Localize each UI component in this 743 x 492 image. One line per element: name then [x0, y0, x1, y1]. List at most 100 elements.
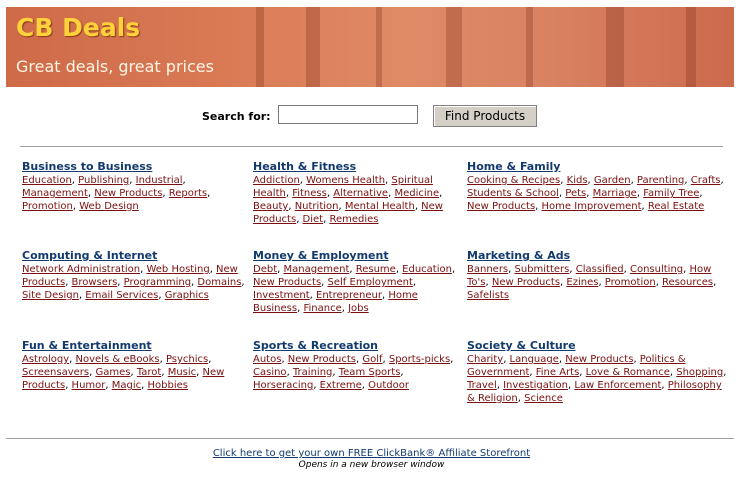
subcategory-link[interactable]: New Products — [565, 354, 633, 365]
subcategory-link[interactable]: Casino — [253, 367, 287, 378]
subcategory-link[interactable]: Site Design — [22, 290, 79, 301]
subcategory-link[interactable]: Debt — [253, 264, 277, 275]
subcategory-link[interactable]: Publishing — [78, 175, 129, 186]
subcategory-link[interactable]: Industrial — [136, 175, 183, 186]
subcategory-link[interactable]: Email Services — [85, 290, 158, 301]
subcategory-link[interactable]: Team Sports — [339, 367, 401, 378]
subcategory-link[interactable]: Home Improvement — [542, 201, 642, 212]
subcategory-link[interactable]: New Products — [467, 201, 535, 212]
subcategory-link[interactable]: Garden — [594, 175, 631, 186]
category-title-link[interactable]: Money & Employment — [253, 249, 463, 262]
subcategory-link[interactable]: Medicine — [394, 188, 439, 199]
subcategory-link[interactable]: Parenting — [637, 175, 684, 186]
subcategory-link[interactable]: Language — [510, 354, 559, 365]
category-title-link[interactable]: Computing & Internet — [22, 249, 250, 262]
category-title-link[interactable]: Society & Culture — [467, 339, 727, 352]
subcategory-link[interactable]: Novels & eBooks — [76, 354, 160, 365]
subcategory-link[interactable]: Music — [168, 367, 196, 378]
subcategory-link[interactable]: Banners — [467, 264, 508, 275]
subcategory-link[interactable]: New Products — [288, 354, 356, 365]
subcategory-link[interactable]: Humor — [72, 380, 106, 391]
subcategory-link[interactable]: Beauty — [253, 201, 288, 212]
subcategory-link[interactable]: Sports-picks — [389, 354, 450, 365]
subcategory-link[interactable]: Nutrition — [295, 201, 339, 212]
subcategory-link[interactable]: Students & School — [467, 188, 559, 199]
subcategory-link[interactable]: Jobs — [348, 303, 369, 314]
subcategory-link[interactable]: Autos — [253, 354, 281, 365]
subcategory-link[interactable]: Safelists — [467, 290, 509, 301]
category-title-link[interactable]: Business to Business — [22, 160, 250, 173]
subcategory-link[interactable]: Crafts — [691, 175, 721, 186]
subcategory-link[interactable]: Shopping — [676, 367, 723, 378]
subcategory-link[interactable]: Investigation — [503, 380, 568, 391]
subcategory-link[interactable]: New Products — [492, 277, 560, 288]
subcategory-link[interactable]: Psychics — [166, 354, 208, 365]
subcategory-link[interactable]: Cooking & Recipes — [467, 175, 560, 186]
subcategory-link[interactable]: Classified — [576, 264, 624, 275]
category-title-link[interactable]: Home & Family — [467, 160, 727, 173]
subcategory-link[interactable]: Fine Arts — [536, 367, 580, 378]
find-products-button[interactable]: Find Products — [433, 105, 537, 127]
subcategory-link[interactable]: Fitness — [292, 188, 327, 199]
subcategory-link[interactable]: Addiction — [253, 175, 300, 186]
subcategory-link[interactable]: Consulting — [630, 264, 683, 275]
subcategory-link[interactable]: Submitters — [515, 264, 570, 275]
subcategory-link[interactable]: Reports — [169, 188, 207, 199]
subcategory-link[interactable]: Domains — [197, 277, 241, 288]
subcategory-link[interactable]: Horseracing — [253, 380, 313, 391]
subcategory-link[interactable]: Family Tree — [643, 188, 699, 199]
subcategory-link[interactable]: Management — [22, 188, 88, 199]
subcategory-link[interactable]: Resources — [662, 277, 713, 288]
subcategory-link[interactable]: Travel — [467, 380, 497, 391]
subcategory-link[interactable]: Law Enforcement — [574, 380, 661, 391]
subcategory-link[interactable]: Ezines — [566, 277, 598, 288]
subcategory-link[interactable]: Self Employment — [328, 277, 413, 288]
subcategory-link[interactable]: Promotion — [605, 277, 656, 288]
subcategory-link[interactable]: Womens Health — [306, 175, 385, 186]
affiliate-storefront-link[interactable]: Click here to get your own FREE ClickBan… — [0, 448, 743, 459]
subcategory-link[interactable]: Outdoor — [368, 380, 409, 391]
subcategory-link[interactable]: Web Hosting — [146, 264, 209, 275]
search-input[interactable] — [278, 105, 418, 124]
subcategory-link[interactable]: Golf — [362, 354, 382, 365]
subcategory-link[interactable]: Diet — [303, 214, 324, 225]
subcategory-link[interactable]: Real Estate — [648, 201, 704, 212]
subcategory-link[interactable]: Finance — [303, 303, 341, 314]
subcategory-link[interactable]: Love & Romance — [586, 367, 670, 378]
subcategory-link[interactable]: Entrepreneur — [316, 290, 382, 301]
subcategory-link[interactable]: Programming — [124, 277, 191, 288]
subcategory-link[interactable]: Web Design — [79, 201, 139, 212]
subcategory-link[interactable]: Hobbies — [147, 380, 187, 391]
subcategory-link[interactable]: Alternative — [333, 188, 388, 199]
subcategory-link[interactable]: Mental Health — [345, 201, 415, 212]
subcategory-link[interactable]: Science — [524, 393, 563, 404]
subcategory-link[interactable]: Graphics — [165, 290, 209, 301]
subcategory-link[interactable]: Remedies — [329, 214, 378, 225]
subcategory-link[interactable]: Network Administration — [22, 264, 140, 275]
subcategory-link[interactable]: Investment — [253, 290, 310, 301]
subcategory-link[interactable]: Marriage — [593, 188, 637, 199]
subcategory-link[interactable]: Tarot — [137, 367, 162, 378]
subcategory-link[interactable]: Education — [402, 264, 452, 275]
category-title-link[interactable]: Fun & Entertainment — [22, 339, 250, 352]
category-title-link[interactable]: Sports & Recreation — [253, 339, 463, 352]
category-title-link[interactable]: Marketing & Ads — [467, 249, 727, 262]
subcategory-link[interactable]: New Products — [253, 277, 321, 288]
subcategory-link[interactable]: Magic — [112, 380, 141, 391]
subcategory-link[interactable]: Training — [293, 367, 332, 378]
subcategory-link[interactable]: New Products — [94, 188, 162, 199]
subcategory-link[interactable]: Management — [283, 264, 349, 275]
subcategory-link[interactable]: Astrology — [22, 354, 69, 365]
subcategory-link[interactable]: Education — [22, 175, 72, 186]
subcategory-link[interactable]: Promotion — [22, 201, 73, 212]
subcategory-link[interactable]: Screensavers — [22, 367, 89, 378]
subcategory-link[interactable]: Extreme — [320, 380, 362, 391]
subcategory-list: Astrology, Novels & eBooks, Psychics, Sc… — [22, 354, 225, 391]
subcategory-link[interactable]: Browsers — [72, 277, 118, 288]
subcategory-link[interactable]: Pets — [565, 188, 586, 199]
category-title-link[interactable]: Health & Fitness — [253, 160, 463, 173]
subcategory-link[interactable]: Kids — [567, 175, 588, 186]
subcategory-link[interactable]: Resume — [356, 264, 396, 275]
subcategory-link[interactable]: Charity — [467, 354, 503, 365]
subcategory-link[interactable]: Games — [95, 367, 130, 378]
